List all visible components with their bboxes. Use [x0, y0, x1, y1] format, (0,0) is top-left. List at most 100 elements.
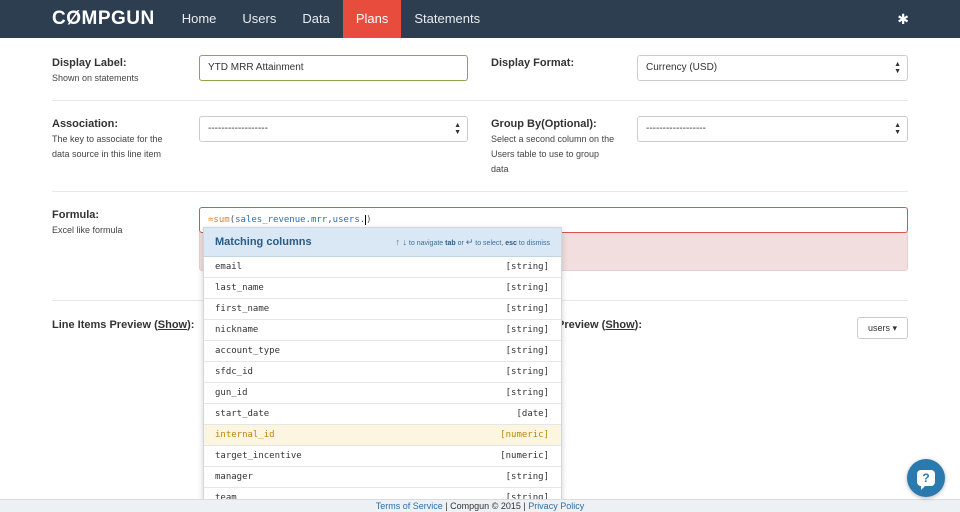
hint-text: to select, — [475, 240, 504, 247]
column-name: sfdc_id — [215, 367, 253, 377]
group-by-help-line: Users table to use to group — [491, 149, 600, 159]
autocomplete-item[interactable]: account_type [string] — [204, 341, 561, 362]
autocomplete-item[interactable]: sfdc_id [string] — [204, 362, 561, 383]
column-type: [string] — [505, 346, 549, 356]
select-caret-icon: ▲ ▼ — [894, 61, 901, 75]
autocomplete-item[interactable]: last_name [string] — [204, 278, 561, 299]
autocomplete-item[interactable]: target_incentive [numeric] — [204, 446, 561, 467]
column-name: internal_id — [215, 430, 275, 440]
column-name: gun_id — [215, 388, 248, 398]
enter-key-icon: ↵ — [465, 237, 474, 247]
brand-text: CØMPGUN — [52, 8, 155, 29]
nav-statements[interactable]: Statements — [401, 0, 493, 38]
autocomplete-item[interactable]: first_name [string] — [204, 299, 561, 320]
column-name: email — [215, 262, 243, 272]
column-type: [string] — [505, 304, 549, 314]
users-dropdown-button[interactable]: users ▾ — [857, 317, 908, 339]
formula-paren: ) — [366, 215, 372, 225]
display-format-select[interactable]: Currency (USD) ▲ ▼ — [637, 55, 908, 81]
preview-label-text: Preview ( — [557, 319, 606, 331]
nav-home[interactable]: Home — [169, 0, 230, 38]
help-chat-button[interactable]: ? — [907, 459, 945, 497]
hint-text: or — [457, 240, 464, 247]
group-by-select[interactable]: ------------------ ▲ ▼ — [637, 116, 908, 142]
column-type: [string] — [505, 325, 549, 335]
hint-key: tab — [445, 240, 456, 247]
association-help-line: data source in this line item — [52, 149, 162, 159]
gear-icon[interactable]: ✱ — [897, 12, 909, 26]
display-format-value: Currency (USD) — [646, 62, 718, 73]
association-label: Association: — [52, 118, 119, 130]
show-link[interactable]: Show — [605, 319, 634, 331]
column-type: [date] — [516, 409, 549, 419]
column-name: nickname — [215, 325, 259, 335]
association-value: ------------------ — [208, 123, 268, 134]
help-bubble-icon: ? — [917, 470, 935, 490]
terms-link[interactable]: Terms of Service — [376, 501, 443, 511]
arrow-keys-icon: ↑ ↓ — [395, 237, 407, 247]
display-label-label: Display Label: — [52, 57, 127, 69]
formula-arg: sales_revenue.mrr — [235, 215, 328, 225]
hint-text: to dismiss — [518, 240, 550, 247]
line-items-preview-label: Line Items Preview (Show): — [52, 319, 194, 331]
column-type: [string] — [505, 367, 549, 377]
autocomplete-item[interactable]: manager [string] — [204, 467, 561, 488]
column-type: [string] — [505, 283, 549, 293]
nav-data[interactable]: Data — [289, 0, 342, 38]
display-label-input[interactable]: YTD MRR Attainment — [199, 55, 468, 81]
select-caret-icon: ▲ ▼ — [454, 122, 461, 136]
autocomplete-item[interactable]: email [string] — [204, 257, 561, 278]
brand-logo[interactable]: CØMPGUN — [52, 8, 155, 30]
show-link[interactable]: Show — [158, 319, 187, 331]
hint-text: to navigate — [408, 240, 444, 247]
column-type: [string] — [505, 388, 549, 398]
association-help-line: The key to associate for the — [52, 134, 163, 144]
column-type: [string] — [505, 262, 549, 272]
group-by-value: ------------------ — [646, 123, 706, 134]
column-type: [numeric] — [500, 430, 549, 440]
nav-plans[interactable]: Plans — [342, 0, 402, 38]
preview-label-end: ): — [634, 319, 642, 331]
association-help: The key to associate for the data source… — [52, 132, 163, 162]
group-by-help-line: Select a second column on the — [491, 134, 615, 144]
column-type: [numeric] — [500, 451, 549, 461]
hint-key: esc — [505, 240, 517, 247]
formula-fn: sum — [213, 215, 230, 225]
preview-label-right: Preview (Show): — [557, 319, 642, 331]
autocomplete-dropdown: Matching columns ↑ ↓ to navigate tab or … — [203, 227, 562, 512]
formula-arg: users. — [332, 215, 366, 225]
preview-label-text: Line Items Preview ( — [52, 319, 158, 331]
column-name: first_name — [215, 304, 270, 314]
autocomplete-list: email [string] last_name [string] first_na… — [204, 257, 561, 509]
formula-help: Excel like formula — [52, 225, 123, 235]
autocomplete-item[interactable]: start_date [date] — [204, 404, 561, 425]
column-name: start_date — [215, 409, 270, 419]
column-name: manager — [215, 472, 253, 482]
display-label-value: YTD MRR Attainment — [208, 62, 304, 73]
autocomplete-item[interactable]: nickname [string] — [204, 320, 561, 341]
nav-users[interactable]: Users — [229, 0, 289, 38]
column-name: last_name — [215, 283, 264, 293]
footer: Terms of Service | Compgun © 2015 | Priv… — [0, 499, 960, 512]
formula-label: Formula: — [52, 209, 100, 221]
autocomplete-hint: ↑ ↓ to navigate tab or ↵ to select, esc … — [395, 237, 550, 248]
column-name: target_incentive — [215, 451, 302, 461]
column-name: account_type — [215, 346, 281, 356]
preview-label-end: ): — [187, 319, 195, 331]
select-caret-icon: ▲ ▼ — [894, 122, 901, 136]
display-format-label: Display Format: — [491, 57, 575, 69]
autocomplete-item-highlighted[interactable]: internal_id [numeric] — [204, 425, 561, 446]
privacy-link[interactable]: Privacy Policy — [528, 501, 584, 511]
autocomplete-title: Matching columns — [215, 236, 312, 248]
navbar: CØMPGUN Home Users Data Plans Statements… — [0, 0, 960, 38]
footer-copyright: | Compgun © 2015 | — [442, 501, 529, 511]
row-association — [52, 101, 908, 192]
group-by-help-line: data — [491, 164, 509, 174]
group-by-help: Select a second column on the Users tabl… — [491, 132, 614, 177]
autocomplete-header: Matching columns ↑ ↓ to navigate tab or … — [204, 228, 561, 257]
association-select[interactable]: ------------------ ▲ ▼ — [199, 116, 468, 142]
group-by-label: Group By(Optional): — [491, 118, 597, 130]
column-type: [string] — [505, 472, 549, 482]
autocomplete-item[interactable]: gun_id [string] — [204, 383, 561, 404]
display-label-help: Shown on statements — [52, 73, 139, 83]
